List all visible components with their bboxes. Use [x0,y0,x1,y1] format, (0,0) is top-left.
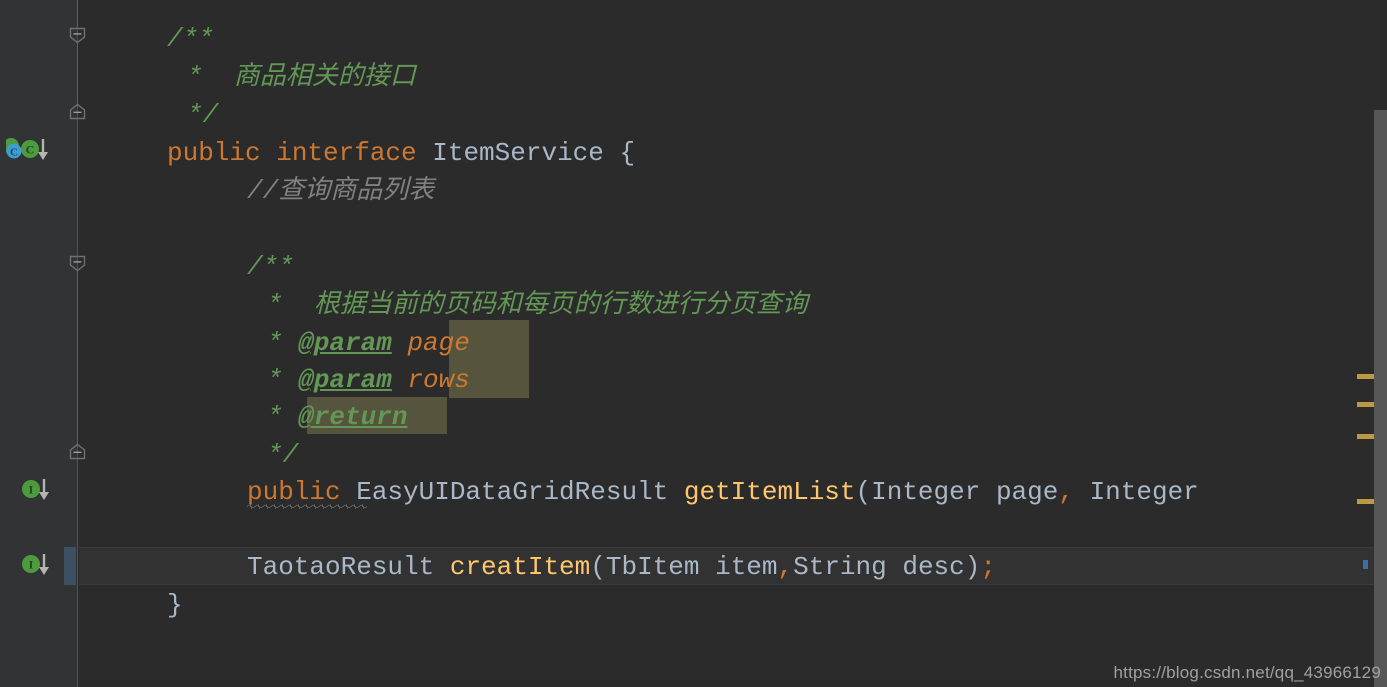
code-token: (TbItem item [590,552,778,582]
code-token: * [267,365,299,395]
error-stripe-caret-mark[interactable] [1363,560,1368,569]
code-token: , [777,552,794,582]
svg-text:I: I [29,558,34,572]
code-token: /** [247,252,294,282]
code-token: @param [298,328,392,358]
code-line[interactable]: * 商品相关的接口 [187,58,416,96]
code-line[interactable]: //查询商品列表 [247,172,434,210]
fold-region-line [77,0,78,27]
code-line[interactable]: /** [247,248,294,286]
svg-text:C: C [26,143,35,157]
code-token: /** [167,24,214,54]
code-token: creatItem [449,552,591,582]
code-token: */ [187,100,219,130]
error-stripe-warning-mark[interactable] [1357,434,1374,439]
code-line[interactable]: * 根据当前的页码和每页的行数进行分页查询 [267,286,808,324]
code-token: getItemList [683,477,856,507]
watermark-url: https://blog.csdn.net/qq_43966129 [1113,663,1381,682]
code-token: , [1058,477,1074,507]
implemented-method-icon[interactable]: I [20,478,62,502]
code-token: } [167,590,183,620]
svg-text:C: C [10,147,18,159]
code-line[interactable]: public EasyUIDataGridResult getItemList(… [247,473,1199,511]
weak-warning-wavy-underline [247,504,367,509]
code-token: page [407,328,470,358]
implemented-method-icon[interactable]: I [20,553,62,577]
code-token: Integer [1073,477,1199,507]
code-token: ; [980,552,996,582]
code-token: EasyUIDataGridResult [356,477,684,507]
fold-region-line [77,269,78,447]
code-token: * [267,402,299,432]
svg-text:I: I [29,483,34,497]
code-line[interactable]: * @param page [267,324,470,362]
code-content-area[interactable]: /** * 商品相关的接口 */ public interface ItemServi… [79,0,1387,687]
code-token: * [267,328,299,358]
code-line[interactable]: } [167,586,183,624]
code-token: * 根据当前的页码和每页的行数进行分页查询 [267,290,808,320]
code-line[interactable]: TaotaoResult creatItem(TbItem item,Strin… [247,548,996,586]
error-stripe-warning-mark[interactable] [1357,402,1374,407]
caret-row-gutter-marker [64,547,76,585]
code-token: * 商品相关的接口 [187,62,416,92]
code-token: @param [298,365,392,395]
code-line[interactable]: */ [187,96,218,134]
code-line[interactable]: public interface ItemService { [167,134,635,172]
code-line[interactable]: * @return [267,398,407,436]
code-token: public [247,477,357,507]
code-token: public interface [167,138,433,168]
code-line[interactable]: */ [267,436,298,474]
code-editor[interactable]: CC I I /** * 商品相关的接口 */ public interface Item… [0,0,1387,687]
implemented-class-icon[interactable]: CC [6,138,48,162]
code-token: */ [267,440,299,470]
code-token: String desc) [793,552,981,582]
code-token: //查询商品列表 [247,176,435,206]
code-token: @return [298,402,408,432]
code-line[interactable]: /** [167,20,214,58]
vertical-scrollbar-thumb[interactable] [1374,110,1387,687]
code-token: rows [407,365,470,395]
error-stripe-warning-mark[interactable] [1357,374,1374,379]
error-stripe-warning-mark[interactable] [1357,499,1374,504]
code-line[interactable]: * @param rows [267,361,470,399]
code-token: ItemService { [432,138,636,168]
code-token: (Integer page [855,477,1059,507]
code-token: TaotaoResult [247,552,450,582]
fold-region-line [77,41,78,107]
